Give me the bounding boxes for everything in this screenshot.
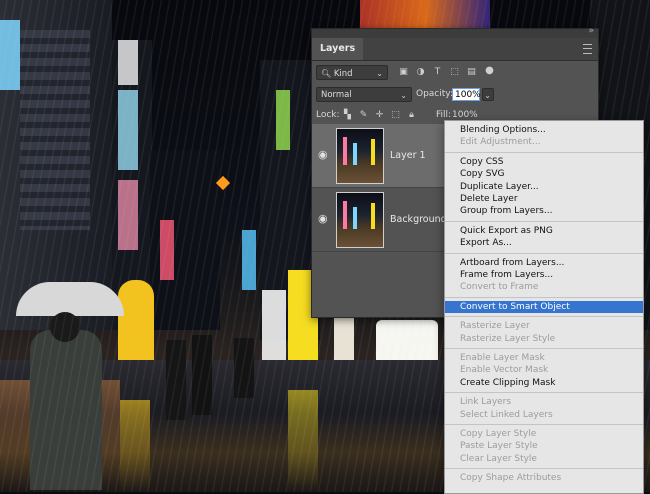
menu-separator (445, 252, 643, 254)
blend-mode-value: Normal (321, 90, 352, 100)
fill-label: Fill: (436, 110, 452, 120)
menu-item-create-clipping-mask[interactable]: Create Clipping Mask (445, 377, 643, 389)
menu-item-enable-layer-mask: Enable Layer Mask (460, 353, 545, 363)
tab-layers[interactable]: Layers (312, 38, 364, 60)
filter-kind-value: Kind (333, 69, 353, 79)
fill-value[interactable]: 100% (452, 110, 478, 120)
collapse-panel-icon[interactable]: » (588, 26, 594, 36)
shape-filter-icon[interactable]: ⬚ (449, 67, 460, 78)
menu-item-frame-from-layers[interactable]: Frame from Layers... (445, 269, 643, 281)
lock-transparent-pixels-icon[interactable]: ▚ (342, 110, 353, 121)
filter-toggle-icon[interactable]: ● (484, 65, 495, 76)
menu-item-quick-export-as-png[interactable]: Quick Export as PNG (445, 225, 643, 237)
layer-name[interactable]: Background (390, 214, 447, 225)
filter-kind-dropdown[interactable]: 🔍︎ Kind ⌄ (316, 65, 388, 80)
blend-mode-dropdown[interactable]: Normal ⌄ (316, 87, 412, 102)
menu-item-convert-to-smart-object[interactable]: Convert to Smart Object (445, 300, 643, 314)
menu-separator (445, 151, 643, 153)
chevron-down-icon: ⌄ (400, 91, 407, 100)
menu-separator (445, 392, 643, 394)
menu-item-rasterize-layer-style: Rasterize Layer Style (460, 333, 556, 344)
menu-item-link-layers: Link Layers (460, 397, 512, 408)
menu-item-copy-svg[interactable]: Copy SVG (445, 168, 643, 180)
lock-position-icon[interactable]: ✛ (374, 110, 385, 121)
filter-row: 🔍︎ Kind ⌄ ▣ ◑ T ⬚ ▤ ● (312, 65, 598, 81)
menu-item-group-from-layers[interactable]: Group from Layers... (445, 205, 643, 217)
menu-item-copy-layer-style: Copy Layer Style (460, 429, 537, 439)
opacity-input[interactable]: 100% (452, 88, 481, 101)
panel-title-bar[interactable]: » (312, 26, 598, 38)
menu-item-rasterize-layer: Rasterize Layer (460, 321, 530, 332)
menu-item-blending-options[interactable]: Blending Options... (445, 124, 643, 136)
adjustment-filter-icon[interactable]: ◑ (415, 67, 426, 78)
visibility-eye-icon[interactable]: ◉ (318, 213, 330, 224)
menu-item-convert-to-frame: Convert to Frame (460, 282, 539, 293)
menu-item-copy-shape-attributes: Copy Shape Attributes (460, 473, 562, 484)
menu-item-copy-css[interactable]: Copy CSS (445, 156, 643, 168)
menu-separator (445, 468, 643, 470)
lock-all-icon[interactable]: 🔒︎ (406, 110, 417, 121)
panel-menu-icon[interactable] (583, 44, 592, 54)
visibility-eye-icon[interactable]: ◉ (318, 149, 330, 160)
menu-item-select-linked-layers: Select Linked Layers (460, 409, 553, 420)
menu-item-clear-layer-style: Clear Layer Style (460, 453, 537, 464)
smart-object-filter-icon[interactable]: ▤ (466, 67, 477, 78)
chevron-down-icon: ⌄ (376, 69, 383, 78)
blend-row: Normal ⌄ Opacity: 100% ⌄ (312, 87, 598, 103)
menu-separator (445, 424, 643, 425)
panel-tab-bar: Layers (312, 38, 598, 61)
lock-artboard-icon[interactable]: ⬚ (390, 110, 401, 121)
layer-name[interactable]: Layer 1 (390, 150, 426, 161)
menu-separator (445, 296, 643, 298)
layer-thumbnail (336, 192, 384, 248)
type-filter-icon[interactable]: T (432, 67, 443, 78)
search-icon: 🔍︎ (321, 69, 332, 78)
chevron-down-icon: ⌄ (484, 91, 491, 100)
layer-context-menu: Blending Options... Edit Adjustment... Cop… (444, 120, 644, 494)
menu-item-paste-layer-style: Paste Layer Style (460, 441, 538, 452)
menu-item-artboard-from-layers[interactable]: Artboard from Layers... (445, 257, 643, 269)
opacity-slider-toggle[interactable]: ⌄ (482, 88, 494, 101)
menu-item-export-as[interactable]: Export As... (445, 237, 643, 249)
lock-label: Lock: (316, 110, 340, 120)
menu-separator (445, 348, 643, 349)
menu-item-delete-layer[interactable]: Delete Layer (445, 193, 643, 205)
menu-separator (445, 220, 643, 222)
lock-image-pixels-icon[interactable]: ✎ (358, 110, 369, 121)
layer-thumbnail (336, 128, 384, 184)
pixel-filter-icon[interactable]: ▣ (398, 67, 409, 78)
menu-separator (445, 316, 643, 318)
menu-item-duplicate-layer[interactable]: Duplicate Layer... (445, 181, 643, 193)
menu-item-edit-adjustment: Edit Adjustment... (460, 137, 541, 148)
opacity-label: Opacity: (416, 89, 453, 99)
menu-item-enable-vector-mask: Enable Vector Mask (460, 365, 549, 376)
